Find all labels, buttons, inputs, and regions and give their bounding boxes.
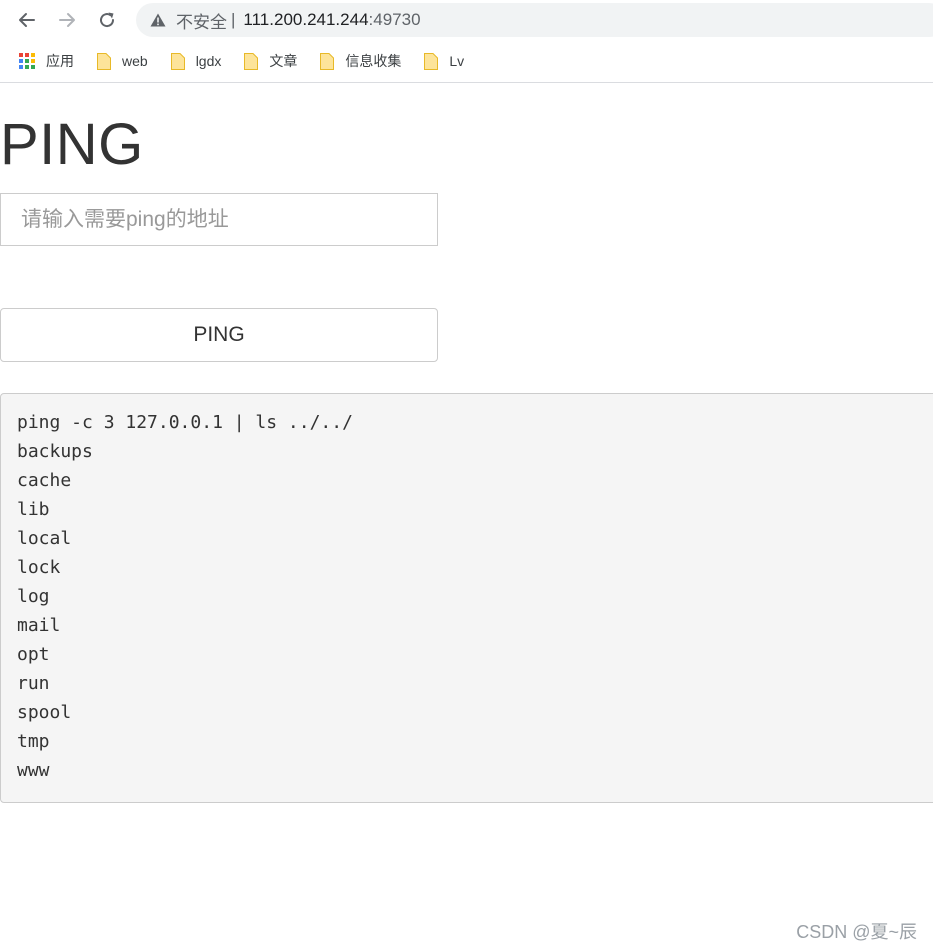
reload-button[interactable]: [93, 6, 121, 34]
bookmark-folder-web[interactable]: web: [96, 47, 148, 75]
output-line: www: [17, 760, 50, 781]
security-status-label[interactable]: 不安全: [176, 8, 227, 33]
output-command-line: ping -c 3 127.0.0.1 | ls ../../: [17, 412, 353, 433]
bookmark-label: 文章: [269, 53, 298, 69]
forward-button[interactable]: [53, 6, 81, 34]
bookmark-label: lgdx: [195, 53, 222, 69]
output-line: mail: [17, 615, 61, 636]
url-separator: |: [231, 10, 236, 29]
ping-button[interactable]: PING: [0, 308, 438, 362]
bookmark-folder-articles[interactable]: 文章: [243, 47, 297, 75]
address-bar[interactable]: 不安全 | 111.200.241.244 :49730: [136, 3, 933, 37]
url-port: :49730: [368, 10, 421, 29]
output-line: log: [17, 586, 50, 607]
output-line: run: [17, 673, 50, 694]
bookmark-label: web: [122, 53, 148, 69]
bookmark-folder-lv[interactable]: Lv: [423, 47, 464, 75]
bookmarks-bar: 应用 web lgdx 文章 信息收集 Lv: [0, 40, 933, 83]
output-line: lib: [17, 499, 50, 520]
url-host: 111.200.241.244: [243, 10, 369, 29]
folder-icon: [170, 52, 185, 70]
apps-grid-icon: [19, 53, 35, 69]
bookmark-folder-lgdx[interactable]: lgdx: [170, 47, 222, 75]
reload-icon: [100, 12, 115, 28]
folder-icon: [424, 52, 439, 70]
output-line: spool: [17, 702, 72, 723]
bookmark-apps[interactable]: 应用: [18, 47, 74, 75]
arrow-right-icon: [59, 13, 75, 27]
output-line: lock: [17, 557, 61, 578]
folder-icon: [320, 52, 335, 70]
output-line: local: [17, 528, 72, 549]
bookmark-label: Lv: [449, 53, 465, 69]
command-output: ping -c 3 127.0.0.1 | ls ../../ backups …: [0, 393, 933, 803]
folder-icon: [244, 52, 259, 70]
watermark: CSDN @夏~辰: [796, 922, 917, 942]
output-line: opt: [17, 644, 50, 665]
bookmark-label: 应用: [46, 53, 74, 69]
ping-address-input[interactable]: [0, 193, 438, 246]
arrow-left-icon: [19, 13, 35, 27]
output-line: tmp: [17, 731, 50, 752]
back-button[interactable]: [13, 6, 41, 34]
output-line: cache: [17, 470, 72, 491]
folder-icon: [97, 52, 111, 70]
bookmark-label: 信息收集: [345, 53, 402, 69]
bookmark-folder-info-gathering[interactable]: 信息收集: [319, 47, 401, 75]
browser-toolbar: 不安全 | 111.200.241.244 :49730: [0, 0, 933, 40]
warning-triangle-icon: [150, 13, 166, 27]
page-title: PING: [0, 112, 144, 177]
output-line: backups: [17, 441, 93, 462]
